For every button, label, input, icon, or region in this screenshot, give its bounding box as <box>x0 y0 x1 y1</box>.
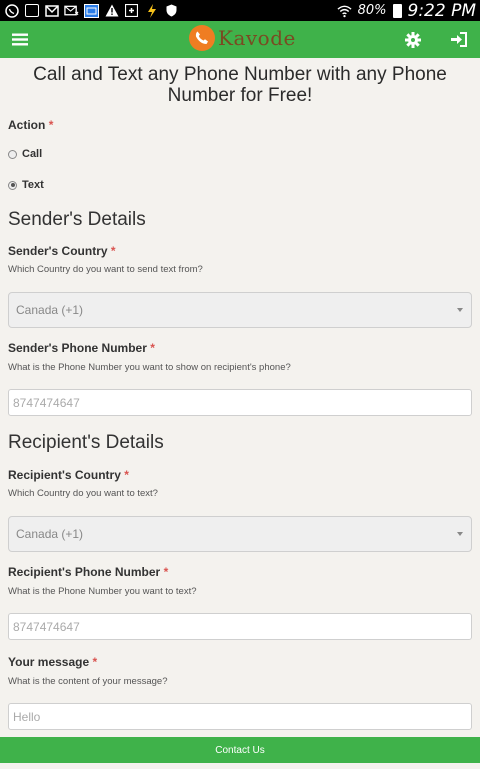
brand-logo-link[interactable]: Kavode <box>189 25 296 51</box>
message-label: Your message * <box>8 655 97 669</box>
recipient-phone-label: Recipient's Phone Number * <box>8 565 168 579</box>
recipient-phone-help: What is the Phone Number you want to tex… <box>8 586 197 597</box>
required-mark: * <box>48 118 54 132</box>
recipient-country-help: Which Country do you want to text? <box>8 488 158 499</box>
recipient-section-title: Recipient's Details <box>8 432 164 453</box>
sender-country-select[interactable]: Canada (+1) <box>8 292 472 328</box>
system-status: 80% 9:22 PM <box>337 1 476 21</box>
sender-phone-placeholder: 8747474647 <box>13 395 80 410</box>
menu-icon <box>12 33 28 46</box>
header-actions <box>402 21 470 58</box>
sign-in-button[interactable] <box>448 29 470 51</box>
notification-icons <box>4 3 179 18</box>
required-mark: * <box>124 468 129 482</box>
action-option-text[interactable]: Text <box>8 179 44 191</box>
status-bar: 80% 9:22 PM <box>0 0 480 21</box>
brand-name: Kavode <box>218 26 296 50</box>
google-plus-icon <box>124 3 139 18</box>
contact-us-link[interactable]: Contact Us <box>215 745 264 756</box>
app-header: Kavode <box>0 21 480 58</box>
message-label-text: Your message <box>8 655 90 669</box>
bottom-strip <box>0 763 480 769</box>
clock: 9:22 PM <box>407 0 477 21</box>
gallery-icon <box>24 3 39 18</box>
recipient-country-value: Canada (+1) <box>16 527 84 541</box>
recipient-phone-input[interactable]: 8747474647 <box>8 613 472 640</box>
footer-bar: Contact Us <box>0 737 480 763</box>
required-mark: * <box>92 655 98 669</box>
settings-button[interactable] <box>402 29 424 51</box>
chevron-down-icon <box>457 532 463 536</box>
main-content: Call and Text any Phone Number with any … <box>0 58 480 737</box>
recipient-country-label: Recipient's Country * <box>8 468 129 482</box>
wifi-icon <box>337 3 352 18</box>
message-input[interactable]: Hello <box>8 703 472 730</box>
page-title: Call and Text any Phone Number with any … <box>33 64 447 106</box>
flash-icon <box>144 3 159 18</box>
sender-phone-label: Sender's Phone Number * <box>8 341 155 355</box>
phone-icon <box>189 25 215 51</box>
message-help: What is the content of your message? <box>8 676 168 687</box>
sender-phone-help: What is the Phone Number you want to sho… <box>8 362 291 373</box>
battery-level: 80% <box>357 3 387 18</box>
action-option-call[interactable]: Call <box>8 148 42 160</box>
chevron-down-icon <box>457 308 463 312</box>
sender-phone-label-text: Sender's Phone Number <box>8 341 147 355</box>
sender-country-help: Which Country do you want to send text f… <box>8 264 203 275</box>
action-label: Action * <box>8 118 53 132</box>
shield-icon <box>164 3 179 18</box>
sender-country-label: Sender's Country * <box>8 244 116 258</box>
recipient-country-select[interactable]: Canada (+1) <box>8 516 472 552</box>
recipient-phone-placeholder: 8747474647 <box>13 619 80 634</box>
mail-icon <box>64 3 79 18</box>
sender-phone-input[interactable]: 8747474647 <box>8 389 472 416</box>
text-radio-label[interactable]: Text <box>22 179 44 191</box>
sender-country-label-text: Sender's Country <box>8 244 108 258</box>
sign-in-icon <box>451 32 467 47</box>
warning-icon <box>104 3 119 18</box>
menu-button[interactable] <box>0 21 40 58</box>
required-mark: * <box>110 244 116 258</box>
call-radio-label[interactable]: Call <box>22 148 42 160</box>
settings-icon <box>405 31 421 48</box>
whatsapp-icon <box>4 3 19 18</box>
recipient-country-label-text: Recipient's Country <box>8 468 121 482</box>
required-mark: * <box>150 341 155 355</box>
recipient-phone-label-text: Recipient's Phone Number <box>8 565 161 579</box>
call-radio[interactable] <box>8 149 17 159</box>
calendar-icon <box>84 3 99 18</box>
sender-country-value: Canada (+1) <box>16 303 84 317</box>
battery-icon <box>392 3 402 18</box>
message-placeholder: Hello <box>13 709 41 724</box>
sender-section-title: Sender's Details <box>8 209 146 230</box>
text-radio[interactable] <box>8 180 17 190</box>
gmail-icon <box>44 3 59 18</box>
required-mark: * <box>163 565 169 579</box>
action-label-text: Action <box>8 118 46 132</box>
